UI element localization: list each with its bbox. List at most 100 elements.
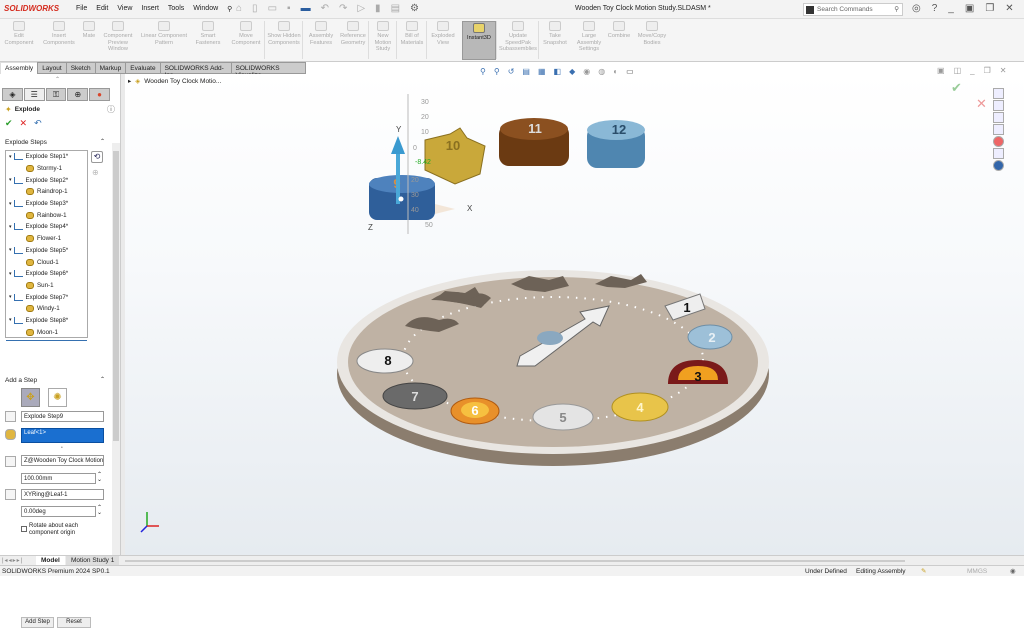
menu-window[interactable]: Window [193, 5, 218, 13]
pin-icon[interactable]: ⚲ [227, 5, 232, 13]
step-component-row[interactable]: Cloud-1 [6, 256, 87, 268]
ribbon-update-speedpak-subassemblies[interactable]: Update SpeedPak Subassemblies [498, 21, 538, 53]
step-component-row[interactable]: Windy-1 [6, 303, 87, 315]
expand-toggle-icon[interactable]: ▾ [9, 247, 12, 253]
expand-toggle-icon[interactable]: ▾ [9, 294, 12, 300]
help-icon[interactable]: ? [932, 3, 938, 14]
explode-step-label[interactable]: Explode Step2* [26, 177, 69, 184]
home-icon[interactable]: ⌂ [236, 3, 242, 14]
explode-step-label[interactable]: Explode Step8* [26, 317, 69, 324]
tab-scroll-arrows[interactable]: |◂◂▸▸| [2, 557, 23, 564]
step-component-label[interactable]: Raindrop-1 [37, 188, 68, 195]
feature-manager-tab[interactable]: ◈ [2, 88, 23, 101]
ribbon-linear-component-pattern[interactable]: Linear Component Pattern [138, 21, 190, 46]
tab-evaluate[interactable]: Evaluate [125, 62, 161, 74]
explode-direction-field[interactable]: Z@Wooden Toy Clock Motion [21, 455, 104, 466]
rotation-axis-field[interactable]: XYRing@Leaf-1 [21, 489, 104, 500]
ribbon-combine[interactable]: Combine [606, 21, 632, 40]
explode-step-row[interactable]: ▾ Explode Step4* [6, 221, 87, 233]
explode-step-label[interactable]: Explode Step7* [26, 294, 69, 301]
explode-step-row[interactable]: ▾ Explode Step1* [6, 151, 87, 163]
collapse-chevron-icon[interactable]: ⌃ [100, 138, 105, 145]
ribbon-edit-component[interactable]: Edit Component [2, 21, 36, 46]
tab-solidworks-visualize[interactable]: SOLIDWORKS Visualize [230, 62, 306, 79]
ribbon-insert-components[interactable]: Insert Components [40, 21, 78, 46]
explode-step-row[interactable]: ▾ Explode Step6* [6, 268, 87, 280]
property-manager-tab[interactable]: ☰ [23, 88, 45, 101]
cancel-x-icon[interactable]: ✕ [20, 118, 28, 129]
add-step-button[interactable]: Add Step [21, 617, 54, 628]
step-component-row[interactable]: Moon-1 [6, 326, 87, 338]
step-component-label[interactable]: Sun-1 [37, 282, 54, 289]
rotate-about-origin-checkbox[interactable] [21, 526, 27, 532]
unit-system[interactable]: MMGS [967, 568, 987, 575]
resize-handle[interactable]: • [61, 445, 63, 451]
explode-step-label[interactable]: Explode Step4* [26, 223, 69, 230]
step-component-row[interactable]: Stormy-1 [6, 163, 87, 175]
search-commands-input[interactable]: Search Commands ⚲ [803, 3, 903, 16]
tile-button[interactable]: ▣ [965, 3, 974, 14]
rotation-axis-icon[interactable] [5, 489, 16, 500]
file-properties-icon[interactable]: ▤ [391, 3, 400, 14]
new-icon[interactable]: ▯ [252, 3, 258, 14]
ribbon-instant3d[interactable]: Instant3D [462, 21, 496, 60]
step-component-label[interactable]: Moon-1 [37, 329, 58, 336]
explode-distance-field[interactable]: 100.00mm [21, 473, 96, 484]
scrollbar-thumb[interactable] [113, 151, 119, 441]
expand-toggle-icon[interactable]: ▾ [9, 177, 12, 183]
minimize-button[interactable]: _ [948, 3, 954, 14]
explode-step-row[interactable]: ▾ Explode Step3* [6, 198, 87, 210]
explode-steps-list[interactable]: ▾ Explode Step1* Stormy-1 ▾ Explode Step2* Ra… [5, 150, 88, 341]
explode-step-label[interactable]: Explode Step6* [26, 270, 69, 277]
ribbon-component-preview-window[interactable]: Component Preview Window [100, 21, 136, 53]
rotation-angle-field[interactable]: 0.00deg [21, 506, 96, 517]
ribbon-move-copy-bodies[interactable]: Move/Copy Bodies [634, 21, 670, 46]
tab-model[interactable]: Model [36, 556, 65, 565]
explode-step-label[interactable]: Explode Step3* [26, 200, 69, 207]
ribbon-assembly-features[interactable]: Assembly Features [306, 21, 336, 46]
tab-layout[interactable]: Layout [37, 62, 67, 74]
ribbon-move-component[interactable]: Move Component [228, 21, 264, 46]
ribbon-smart-fasteners[interactable]: Smart Fasteners [192, 21, 224, 46]
step-component-row[interactable]: Raindrop-1 [6, 186, 87, 198]
history-icon[interactable]: ⟲ [91, 151, 103, 163]
help-icon[interactable]: ⓘ [107, 104, 115, 115]
tab-assembly[interactable]: Assembly [0, 62, 39, 74]
step-component-label[interactable]: Rainbow-1 [37, 212, 67, 219]
ribbon-take-snapshot[interactable]: Take Snapshot [540, 21, 570, 46]
explode-step-row[interactable]: ▾ Explode Step5* [6, 245, 87, 257]
close-button[interactable]: ✕ [1005, 3, 1013, 14]
explode-step-row[interactable]: ▾ Explode Step7* [6, 291, 87, 303]
explode-steps-header[interactable]: Explode Steps [5, 139, 47, 146]
step-component-label[interactable]: Flower-1 [37, 235, 61, 242]
menu-view[interactable]: View [117, 5, 132, 13]
open-icon[interactable]: ▭ [268, 3, 277, 14]
expand-toggle-icon[interactable]: ▾ [9, 201, 12, 207]
options-gear-icon[interactable]: ⚙ [410, 3, 419, 14]
direction-arrow-icon[interactable] [5, 456, 16, 467]
horizontal-scrollbar[interactable] [125, 560, 905, 562]
save-icon[interactable]: ▪ [287, 3, 291, 14]
explode-step-row[interactable]: ▾ Explode Step8* [6, 315, 87, 327]
step-component-label[interactable]: Cloud-1 [37, 259, 59, 266]
account-icon[interactable]: ◎ [912, 3, 921, 14]
distance-spinner[interactable]: ⌃ ⌄ [97, 472, 102, 483]
dimxpert-tab[interactable]: ⊕ [67, 88, 89, 101]
expand-toggle-icon[interactable]: ▾ [9, 224, 12, 230]
explode-step-row[interactable]: ▾ Explode Step2* [6, 174, 87, 186]
selected-component[interactable]: Leaf<1> [24, 430, 46, 436]
explode-step-label[interactable]: Explode Step1* [26, 153, 69, 160]
components-selection-box[interactable]: Leaf<1> [21, 428, 104, 443]
graphics-viewport[interactable]: ⚲ ⚲ ↺ ▤ ▦ ◧ ◆ ◉ ◍ ◐ ▭ ▸ ◈ Wooden Toy Clo… [125, 66, 1024, 555]
reverse-icon[interactable]: ⊕ [92, 168, 99, 177]
collapse-chevron-icon[interactable]: ⌃ [100, 376, 105, 383]
configuration-manager-tab[interactable]: ⚿ [45, 88, 67, 101]
tooltip-icon[interactable]: ◉ [1010, 567, 1016, 575]
menu-edit[interactable]: Edit [96, 5, 108, 13]
expand-toggle-icon[interactable]: ▾ [9, 317, 12, 323]
ribbon-exploded-view[interactable]: Exploded View [428, 21, 458, 46]
step-component-row[interactable]: Sun-1 [6, 280, 87, 292]
ribbon-bill-of-materials[interactable]: Bill of Materials [398, 21, 426, 46]
panel-scrollbar[interactable] [112, 143, 120, 556]
ribbon-show-hidden-components[interactable]: Show Hidden Components [266, 21, 302, 46]
